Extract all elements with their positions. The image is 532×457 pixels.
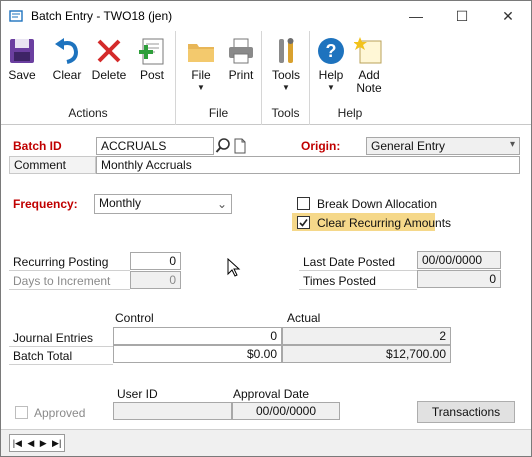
chevron-down-icon: ▾ (509, 139, 515, 150)
days-to-increment-field[interactable]: 0 (130, 271, 181, 289)
recurring-posting-field[interactable]: 0 (130, 252, 181, 270)
save-button[interactable]: Save (7, 36, 37, 82)
minimize-button[interactable]: — (393, 1, 439, 31)
file-menu-button[interactable]: File ▼ (186, 36, 216, 92)
journal-entries-label: Journal Entries (13, 331, 94, 345)
print-button[interactable]: Print (224, 36, 258, 82)
comment-field[interactable]: Monthly Accruals (96, 156, 520, 174)
chevron-down-icon: ▼ (282, 83, 290, 92)
divider (299, 270, 417, 271)
divider (9, 346, 113, 347)
break-down-allocation-checkbox[interactable] (297, 197, 310, 210)
ribbon-group-actions: Save Clear Delete Post Actions (1, 31, 176, 125)
last-date-posted-field: 00/00/0000 (417, 251, 501, 269)
actual-header: Actual (287, 311, 321, 325)
approval-date-header: Approval Date (233, 387, 310, 401)
batch-entry-window: Batch Entry - TWO18 (jen) — ☐ ✕ Save Cle… (0, 0, 532, 457)
close-button[interactable]: ✕ (485, 1, 531, 31)
printer-icon (229, 38, 253, 64)
ribbon-group-label-help: Help (337, 106, 363, 120)
last-record-icon[interactable]: ▶| (52, 438, 61, 449)
ribbon-group-label-actions: Actions (68, 106, 108, 120)
tools-icon (279, 38, 294, 63)
ribbon-group-label-tools: Tools (271, 106, 300, 120)
status-bar: |◀ ◀ ▶ ▶| (1, 429, 531, 456)
batch-id-field[interactable]: ACCRUALS (96, 137, 214, 155)
save-icon (10, 39, 34, 63)
origin-label: Origin: (301, 139, 341, 153)
frequency-label: Frequency: (13, 197, 78, 211)
add-note-icon (354, 37, 382, 64)
previous-record-icon[interactable]: ◀ (27, 438, 34, 449)
tools-menu-button[interactable]: Tools ▼ (270, 36, 302, 92)
journal-entries-control-field[interactable]: 0 (113, 327, 282, 345)
ribbon-group-tools: Tools ▼ Tools (262, 31, 310, 125)
mouse-cursor-icon (227, 258, 241, 277)
chevron-down-icon: ▼ (327, 83, 335, 92)
maximize-button[interactable]: ☐ (439, 1, 485, 31)
recurring-posting-label: Recurring Posting (13, 255, 109, 269)
origin-dropdown[interactable]: General Entry ▾ (366, 137, 520, 155)
break-down-allocation-label: Break Down Allocation (317, 197, 438, 211)
batch-total-control-field[interactable]: $0.00 (113, 345, 282, 363)
divider (299, 289, 417, 290)
clear-button[interactable]: Clear (49, 36, 85, 82)
batch-total-label: Batch Total (13, 349, 73, 363)
frequency-dropdown[interactable]: Monthly ⌄ (94, 194, 232, 214)
next-record-icon[interactable]: ▶ (40, 438, 47, 449)
app-icon (9, 10, 23, 22)
chevron-down-icon: ▼ (197, 83, 205, 92)
help-menu-button[interactable]: ? Help ▼ (315, 36, 347, 92)
last-date-posted-label: Last Date Posted (303, 255, 396, 269)
approved-checkbox[interactable] (15, 406, 28, 419)
ribbon-group-file: File ▼ Print File (176, 31, 262, 125)
checkmark-icon (299, 219, 308, 227)
control-header: Control (115, 311, 154, 325)
ribbon-group-label-file: File (208, 106, 229, 120)
record-navigation: |◀ ◀ ▶ ▶| (9, 434, 65, 452)
approved-label: Approved (34, 406, 86, 420)
chevron-down-icon: ⌄ (216, 197, 227, 211)
batch-lookup-button[interactable] (215, 137, 231, 155)
ribbon-group-help: ? Help ▼ Add Note Help (310, 31, 390, 125)
ribbon: Save Clear Delete Post Actions File ▼ Pr… (1, 31, 531, 125)
divider (9, 270, 130, 271)
undo-icon (55, 38, 79, 64)
post-button[interactable]: Post (135, 36, 169, 82)
user-id-header: User ID (117, 387, 158, 401)
first-record-icon[interactable]: |◀ (13, 438, 22, 449)
transactions-button[interactable]: Transactions (417, 401, 515, 423)
note-icon (234, 138, 246, 154)
divider (9, 364, 113, 365)
batch-note-button[interactable] (232, 137, 248, 155)
divider (9, 289, 130, 290)
journal-entries-actual-field: 2 (282, 327, 451, 345)
delete-button[interactable]: Delete (89, 36, 129, 82)
user-id-field (113, 402, 232, 420)
clear-recurring-amounts-checkbox[interactable] (297, 216, 310, 229)
days-to-increment-label: Days to Increment (13, 274, 111, 288)
help-icon: ? (318, 38, 344, 64)
batch-entry-form: Batch ID ACCRUALS Origin: General Entry … (1, 125, 531, 429)
delete-icon (97, 39, 121, 63)
window-title: Batch Entry - TWO18 (jen) (31, 9, 173, 23)
post-icon (139, 38, 164, 65)
batch-id-label: Batch ID (13, 139, 62, 153)
folder-icon (188, 44, 214, 62)
comment-label: Comment (9, 156, 96, 174)
batch-total-actual-field: $12,700.00 (282, 345, 451, 363)
title-bar: Batch Entry - TWO18 (jen) — ☐ ✕ (1, 1, 531, 31)
approval-date-field: 00/00/0000 (232, 402, 340, 420)
svg-text:?: ? (326, 41, 337, 61)
lookup-icon (215, 138, 230, 153)
times-posted-label: Times Posted (303, 274, 376, 288)
times-posted-field: 0 (417, 270, 501, 288)
clear-recurring-amounts-label: Clear Recurring Amounts (317, 216, 452, 230)
add-note-button[interactable]: Add Note (352, 36, 386, 95)
